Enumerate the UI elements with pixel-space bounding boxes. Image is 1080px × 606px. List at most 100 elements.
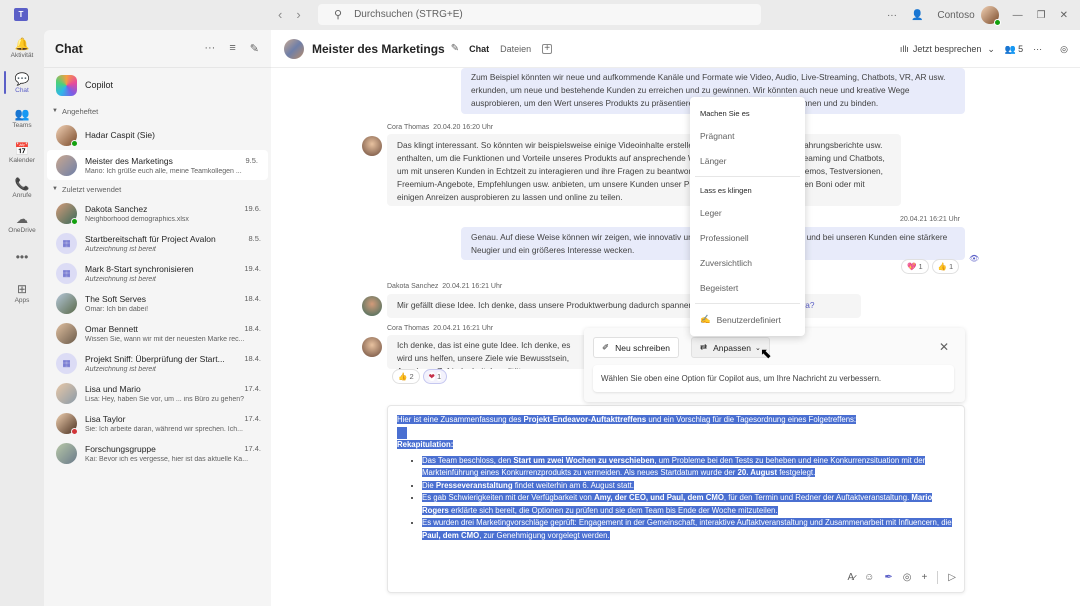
forward-arrow-icon[interactable]: › (296, 7, 300, 22)
compose-text[interactable]: Hier ist eine Zusammenfassung des Projek… (388, 406, 964, 550)
rail-item-teams[interactable]: 👥 Teams (0, 100, 44, 135)
chat-list-item[interactable]: Lisa Taylor 17.4. Sie: Ich arbeite daran, … (44, 408, 271, 438)
rail-item-chat[interactable]: 💬 Chat (0, 65, 44, 100)
rail-item-aktivität[interactable]: 🔔 Aktivität (0, 30, 44, 65)
menu-item-custom[interactable]: ✍ Benutzerdefiniert (690, 307, 805, 332)
menu-item-confident[interactable]: Zuversichtlich (690, 250, 805, 275)
rail-item-kalender[interactable]: 📅 Kalender (0, 135, 44, 170)
phone-icon: 📞 (14, 176, 30, 191)
more-icon[interactable]: ··· (204, 42, 215, 55)
add-tab-icon[interactable]: + (542, 43, 553, 54)
avatar (56, 154, 77, 176)
chat-list-item[interactable]: Lisa und Mario 17.4. Lisa: Hey, haben Sie … (44, 378, 271, 408)
avatar (56, 124, 78, 147)
copilot-rewrite-bar: ✐ Neu schreiben ⇄ Anpassen ⌄ ✕ Wählen Sie o… (584, 328, 965, 402)
chat-list-item[interactable]: Dakota Sanchez 19.6. Neighborhood demograp… (44, 198, 271, 228)
copilot-icon (56, 74, 77, 96)
reaction-heart[interactable]: 💖 1 (901, 259, 929, 274)
cloud-icon: ☁ (16, 211, 28, 226)
add-icon[interactable]: + (921, 572, 927, 583)
read-receipt-icon: 👁 (969, 254, 980, 263)
copilot-hint: Wählen Sie oben eine Option für Copilot … (593, 365, 954, 392)
chat-list-item[interactable]: The Soft Serves 18.4. Omar: Ich bin dabei! (44, 288, 271, 318)
chevron-down-icon[interactable]: ⌄ (987, 44, 995, 55)
reaction-heart[interactable]: ❤ 1 (422, 369, 448, 384)
new-chat-icon[interactable]: ✎ (250, 42, 259, 55)
edit-pencil-icon[interactable]: ✎ (451, 43, 459, 54)
more-options-icon[interactable]: ··· (887, 10, 897, 21)
chat-date: 17.4. (244, 413, 261, 423)
loop-icon[interactable]: ◎ (903, 572, 912, 583)
chat-name: Hadar Caspit (Sie) (85, 130, 155, 140)
reactions: 👍 2 ❤ 1 (392, 369, 448, 384)
copilot-pane-icon[interactable]: ◎ (1060, 44, 1068, 55)
copilot-item[interactable]: Copilot (44, 68, 271, 102)
compose-box[interactable]: Hier ist eine Zusammenfassung des Projek… (387, 405, 965, 593)
chat-preview: Wissen Sie, wann wir mit der neuesten Ma… (85, 335, 245, 343)
menu-item-longer[interactable]: Länger (690, 148, 805, 173)
minimize-icon[interactable]: — (1013, 10, 1023, 21)
chat-list-panel: Chat ··· ≡ ✎ Copilot ▼ Angeheftet Hadar C… (44, 30, 271, 606)
avatar (56, 202, 78, 225)
calendar-icon: 📅 (14, 141, 30, 156)
menu-item-professional[interactable]: Professionell (690, 225, 805, 250)
message-bubble: Ich denke, das ist eine gute Idee. Ich d… (387, 335, 597, 369)
emoji-icon[interactable]: ☺ (864, 572, 874, 583)
pen-icon: ✍ (700, 314, 711, 324)
chat-list-title: Chat (55, 41, 83, 56)
mouse-cursor-icon: ⬉ (760, 345, 772, 361)
more-icon[interactable]: ··· (1033, 44, 1042, 54)
reaction-like[interactable]: 👍 1 (931, 259, 960, 274)
participants-count[interactable]: 5 (1018, 44, 1023, 54)
avatar (56, 442, 77, 464)
close-icon[interactable]: ✕ (1060, 10, 1068, 21)
adjust-button[interactable]: ⇄ Anpassen ⌄ (691, 337, 770, 358)
restore-icon[interactable]: ❐ (1037, 10, 1046, 21)
participants-icon[interactable]: 👥 (1005, 44, 1016, 55)
chat-name: Meister des Marketings (85, 155, 173, 166)
menu-item-concise[interactable]: Prägnant (690, 123, 805, 148)
avatar (56, 322, 77, 344)
send-icon[interactable]: ▷ (948, 572, 956, 583)
chat-list-item[interactable]: Meister des Marketings 9.5. Mario: Ich grü… (47, 150, 268, 180)
filter-icon[interactable]: ≡ (229, 42, 235, 55)
menu-divider (695, 176, 800, 177)
rewrite-button[interactable]: ✐ Neu schreiben (593, 337, 679, 358)
rail-item-anrufe[interactable]: 📞 Anrufe (0, 170, 44, 205)
rail-item-more[interactable]: ••• (0, 240, 44, 275)
back-arrow-icon[interactable]: ‹ (278, 7, 282, 22)
app-rail: 🔔 Aktivität 💬 Chat 👥 Teams 📅 Kalender 📞 Anrufe ☁ On… (0, 30, 44, 606)
rail-item-apps[interactable]: ⊞ Apps (0, 275, 44, 310)
message-meta: Cora Thomas 20.04.21 16:21 Uhr (387, 325, 494, 332)
menu-item-casual[interactable]: Leger (690, 200, 805, 225)
tab-files[interactable]: Dateien (500, 44, 531, 54)
more-icon: ••• (15, 250, 29, 264)
meet-now-button[interactable]: Jetzt besprechen (913, 44, 982, 54)
close-icon[interactable]: ✕ (939, 340, 949, 354)
rail-item-onedrive[interactable]: ☁ OneDrive (0, 205, 44, 240)
chat-list-item[interactable]: ▦ Mark 8-Start synchronisieren 19.4. Aufzei… (44, 258, 271, 288)
people-icon[interactable]: 👤 (911, 10, 923, 21)
menu-section-header: Machen Sie es (700, 108, 750, 118)
pinned-section[interactable]: ▼ Angeheftet (44, 102, 271, 120)
org-name[interactable]: Contoso (937, 10, 974, 21)
copilot-pen-icon[interactable]: ✒ (884, 572, 892, 583)
chat-date: 8.5. (248, 233, 261, 243)
chat-list-item[interactable]: Omar Bennett 18.4. Wissen Sie, wann wir mi… (44, 318, 271, 348)
user-avatar[interactable] (980, 6, 1001, 26)
chat-list-item[interactable]: ▦ Startbereitschaft für Project Avalon 8.5… (44, 228, 271, 258)
chat-icon: 💬 (14, 71, 30, 86)
recent-section[interactable]: ▼ Zuletzt verwendet (44, 180, 271, 198)
copilot-label: Copilot (85, 80, 114, 90)
chat-list-item[interactable]: ▦ Projekt Sniff: Überprüfung der Start...… (44, 348, 271, 378)
tab-chat[interactable]: Chat (469, 44, 489, 54)
chat-preview: Aufzeichnung ist bereit (85, 275, 156, 283)
reactions: 💖 1 👍 1 (901, 259, 960, 274)
chat-list-item[interactable]: Hadar Caspit (Sie) (44, 120, 271, 150)
format-icon[interactable]: A̷ (847, 572, 854, 583)
reaction-like[interactable]: 👍 2 (392, 369, 420, 384)
search-input[interactable]: ⚲ Durchsuchen (STRG+E) (318, 4, 761, 25)
chat-list-item[interactable]: Forschungsgruppe 17.4. Kai: Bevor ich es v… (44, 438, 271, 468)
chat-preview: Aufzeichnung ist bereit (85, 245, 156, 253)
menu-item-enthusiastic[interactable]: Begeistert (690, 275, 805, 300)
